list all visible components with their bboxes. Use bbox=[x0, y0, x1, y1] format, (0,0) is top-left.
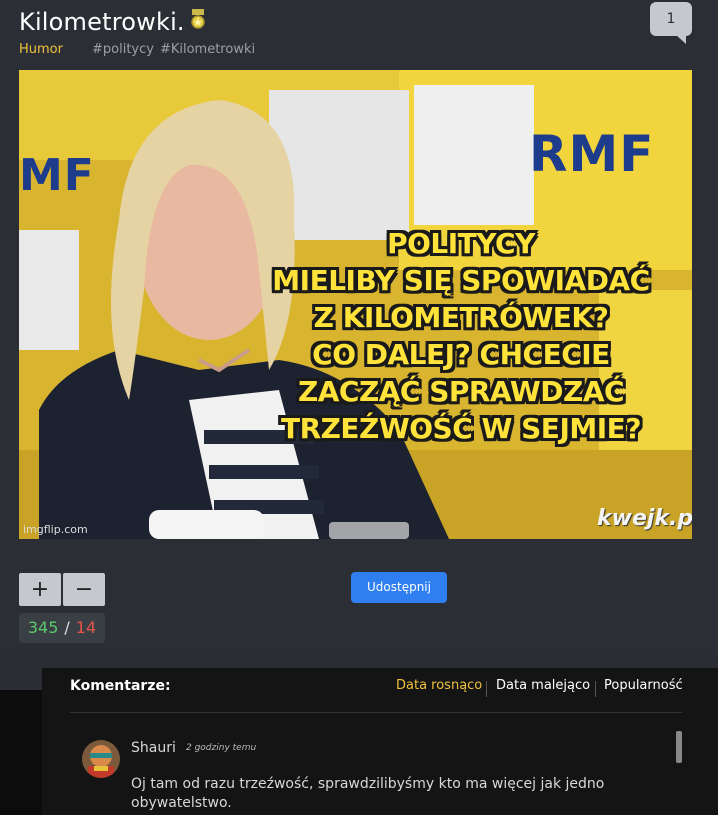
meme-caption-line: MIELIBY SIĘ SPOWIADAĆ bbox=[272, 264, 650, 297]
kwejk-watermark: kwejk.pl bbox=[597, 506, 692, 531]
sort-popularity[interactable]: Popularność bbox=[604, 678, 683, 693]
comments-header: Komentarze: bbox=[70, 678, 171, 694]
comments-divider bbox=[70, 712, 682, 713]
meme-caption-line: Z KILOMETRÓWEK? bbox=[313, 301, 609, 334]
post-card: Kilometrowki. Humor #politycy #Kilometrow… bbox=[0, 0, 718, 655]
imgflip-watermark: imgflip.com bbox=[23, 523, 88, 536]
meme-caption: POLITYCY MIELIBY SIĘ SPOWIADAĆ Z KILOMET… bbox=[251, 225, 671, 447]
avatar[interactable] bbox=[82, 740, 120, 778]
meme-caption-line: POLITYCY bbox=[387, 227, 535, 260]
downvote-button[interactable]: − bbox=[63, 573, 105, 606]
comment-username[interactable]: Shauri bbox=[131, 740, 176, 756]
meme-caption-line: TRZEŹWOŚĆ W SEJMIE? bbox=[280, 412, 642, 445]
vote-separator: / bbox=[64, 618, 70, 637]
tag-link[interactable]: #politycy bbox=[92, 42, 154, 57]
comment-text: Oj tam od razu trzeźwość, sprawdzilibyśm… bbox=[131, 776, 605, 811]
page-gutter bbox=[0, 690, 42, 815]
tag-link[interactable]: #Kilometrowki bbox=[160, 42, 255, 57]
comment-count-badge[interactable]: 1 bbox=[650, 2, 692, 44]
vote-score: 345 / 14 bbox=[19, 613, 105, 643]
sort-date-desc[interactable]: Data malejąco bbox=[496, 678, 590, 693]
tag-list: #politycy #Kilometrowki bbox=[92, 42, 261, 57]
downvote-count: 14 bbox=[75, 618, 97, 637]
upvote-button[interactable]: + bbox=[19, 573, 61, 606]
rmf-logo-right: RMF bbox=[529, 125, 655, 183]
post-title[interactable]: Kilometrowki. bbox=[19, 8, 207, 37]
comments-scrollbar[interactable] bbox=[676, 731, 682, 763]
rmf-logo-left: MF bbox=[19, 150, 95, 201]
post-title-text[interactable]: Kilometrowki. bbox=[19, 8, 185, 36]
sort-divider bbox=[595, 681, 596, 697]
category-link[interactable]: Humor bbox=[19, 42, 63, 57]
comment-timestamp: 2 godziny temu bbox=[186, 743, 257, 753]
meme-caption-line: CO DALEJ? CHCECIE bbox=[312, 338, 610, 371]
comments-section: Komentarze: Data rosnąco Data malejąco P… bbox=[42, 668, 718, 815]
upvote-count: 345 bbox=[27, 618, 59, 637]
sort-date-asc[interactable]: Data rosnąco bbox=[396, 678, 482, 693]
medal-icon bbox=[189, 9, 207, 37]
meme-image[interactable]: MF RMF POLITYCY MIELIBY SIĘ SPOWIADAĆ Z … bbox=[19, 70, 692, 539]
sort-divider bbox=[486, 681, 487, 697]
meme-caption-line: ZACZĄĆ SPRAWDZAĆ bbox=[297, 375, 625, 408]
share-button[interactable]: Udostępnij bbox=[351, 572, 447, 603]
